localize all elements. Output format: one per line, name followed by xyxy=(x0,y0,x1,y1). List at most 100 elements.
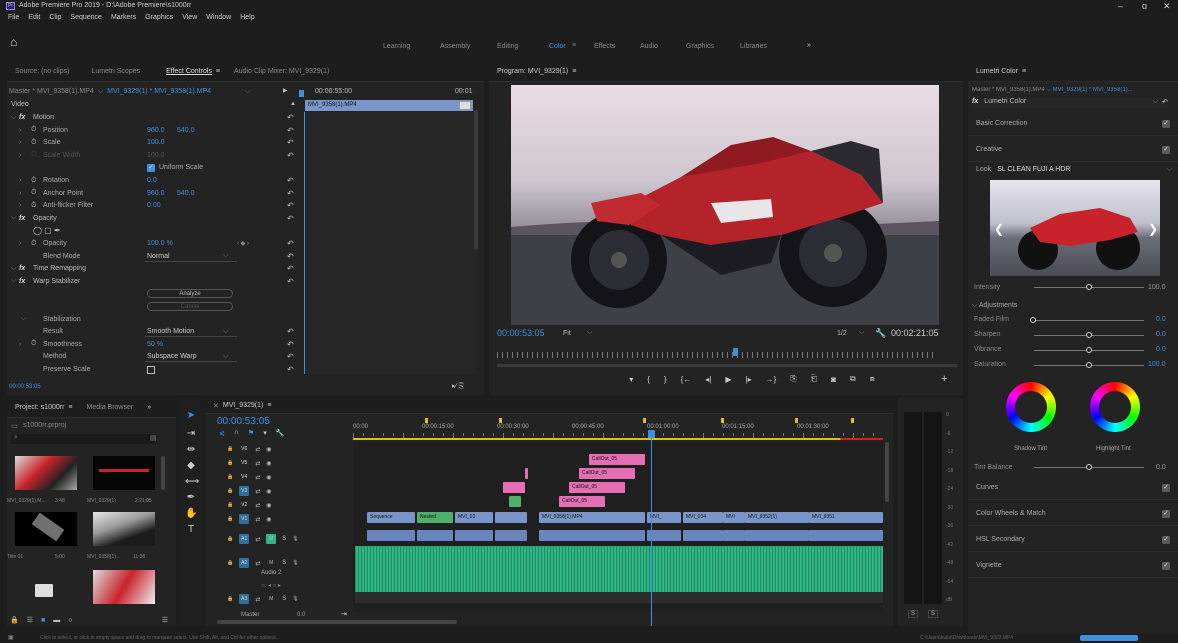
add-marker-icon[interactable]: ▾ xyxy=(629,375,633,384)
go-to-out-icon[interactable]: →} xyxy=(766,375,777,384)
chevron-right-icon[interactable]: › xyxy=(19,127,21,134)
ec-playhead[interactable] xyxy=(299,90,304,97)
workspace-effects[interactable]: Effects xyxy=(594,43,615,50)
intensity-thumb[interactable] xyxy=(1086,284,1092,290)
cancel-button[interactable]: Cancel xyxy=(147,302,233,311)
chevron-down-icon[interactable]: ⌵ xyxy=(21,315,26,323)
hsl-secondary-checkbox[interactable]: ✓ xyxy=(1162,535,1170,544)
chevron-down-icon[interactable]: ⌵ xyxy=(859,329,864,337)
more-workspaces-icon[interactable]: » xyxy=(807,42,811,49)
ec-row-value[interactable]: 100.0 % xyxy=(147,240,173,247)
tab-project[interactable]: Project: s1000rr xyxy=(15,404,64,411)
new-bin-icon[interactable]: ▤ xyxy=(150,434,157,442)
chevron-right-icon[interactable]: › xyxy=(19,341,21,348)
tab-audio-clip-mixer[interactable]: Audio Clip Mixer: MVI_9329(1) xyxy=(234,68,329,75)
creative-checkbox[interactable]: ✓ xyxy=(1162,145,1170,154)
stopwatch-icon[interactable]: ⏱ xyxy=(31,139,36,147)
chevron-right-icon[interactable]: › xyxy=(19,190,21,197)
track-label[interactable]: A1 xyxy=(239,534,250,544)
mic-icon[interactable]: 🎙 xyxy=(292,596,298,602)
callout-clip[interactable]: CallOut_05 xyxy=(589,454,645,465)
pen-tool-icon[interactable]: ✒ xyxy=(185,492,197,504)
v1-clip[interactable]: MVI_ xyxy=(647,512,681,523)
program-menu-icon[interactable]: ≡ xyxy=(572,68,576,75)
sync-lock-icon[interactable]: ⇄ xyxy=(255,446,260,453)
sort-icon[interactable]: ☰ xyxy=(162,616,168,624)
eye-icon[interactable]: ◉ xyxy=(266,502,271,509)
volume-knob-icon[interactable]: ○. ◂ ○ ▸ xyxy=(261,582,281,589)
tint-balance-value[interactable]: 0.0 xyxy=(1156,464,1166,471)
settings-wrench-icon[interactable]: 🔧 xyxy=(276,429,285,437)
lock-icon[interactable]: 🔒 xyxy=(227,446,233,452)
analyze-button[interactable]: Analyze xyxy=(147,289,233,299)
tint-balance-thumb[interactable] xyxy=(1086,464,1092,470)
v1-clip[interactable]: MVI xyxy=(723,512,745,523)
mute-button[interactable]: M xyxy=(266,534,277,544)
timeline-timecode[interactable]: 00:00:53:05 xyxy=(217,416,270,427)
timeline-scrollbar[interactable] xyxy=(217,620,457,624)
workspace-libraries[interactable]: Libraries xyxy=(740,43,767,50)
menu-help[interactable]: Help xyxy=(240,14,254,21)
menu-file[interactable]: File xyxy=(8,14,19,21)
pink-clip-marker[interactable] xyxy=(525,468,528,479)
ec-row-value[interactable]: 960.0 xyxy=(147,190,165,197)
a1-clip[interactable] xyxy=(455,530,493,541)
fx-icon[interactable]: fx xyxy=(19,114,25,121)
reset-icon[interactable]: ↶ xyxy=(287,252,294,261)
track-label[interactable]: V3 xyxy=(239,486,250,496)
program-timecode[interactable]: 00:00:53:05 xyxy=(497,328,545,338)
ec-clip-bar[interactable]: MVI_9358(1).MP4 xyxy=(305,100,473,111)
eye-icon[interactable]: ◉ xyxy=(266,460,271,467)
ec-row-position[interactable]: › ⏱ Position 960.0 540.0 ↶ xyxy=(7,125,303,136)
sequence-tab[interactable]: MVI_9329(1) xyxy=(223,402,263,409)
look-prev-icon[interactable]: ❮ xyxy=(994,222,1004,236)
workspace-assembly[interactable]: Assembly xyxy=(440,43,470,50)
shadow-tint-wheel[interactable] xyxy=(1006,382,1056,432)
ec-row-value[interactable]: 100.0 xyxy=(147,152,165,159)
sync-lock-icon[interactable]: ⇄ xyxy=(255,516,260,523)
ec-row-smoothness[interactable]: › ⏱ Smoothness 50 % ↶ xyxy=(7,339,303,350)
ec-row-check[interactable]: ✓ Uniform Scale xyxy=(7,162,303,173)
callout-clip[interactable]: CallOut_05 xyxy=(579,468,635,479)
track-label[interactable]: A3 xyxy=(239,594,250,604)
track-header-v1[interactable]: 🔒 V1 ⇄ ◉ xyxy=(205,512,353,526)
lock-icon[interactable]: 🔒 xyxy=(227,474,233,480)
program-playhead[interactable] xyxy=(733,348,738,356)
look-select[interactable]: SL CLEAN FUJI A HDR xyxy=(997,166,1070,174)
ec-row-button[interactable]: Analyze xyxy=(7,288,303,299)
mark-out-icon[interactable]: } xyxy=(664,375,667,384)
reset-icon[interactable]: ↶ xyxy=(287,277,294,286)
solo-button[interactable]: S xyxy=(282,536,286,542)
chevron-down-icon[interactable]: ⌵ xyxy=(1046,87,1051,93)
workspace-graphics[interactable]: Graphics xyxy=(686,43,714,50)
reset-icon[interactable]: ↶ xyxy=(1162,98,1168,106)
sync-lock-icon[interactable]: ⇄ xyxy=(255,460,260,467)
project-scrollbar[interactable] xyxy=(161,456,165,490)
eye-icon[interactable]: ◉ xyxy=(266,474,271,481)
chevron-down-icon[interactable]: ⌵ xyxy=(223,328,228,336)
slider-thumb[interactable] xyxy=(1030,317,1036,323)
tab-menu-icon[interactable]: ≡ xyxy=(216,68,220,75)
basic-correction-checkbox[interactable]: ✓ xyxy=(1162,119,1170,128)
track-header-v2[interactable]: 🔒 V2 ⇄ ◉ xyxy=(205,498,353,512)
ruler-marker[interactable] xyxy=(425,418,428,423)
project-folder-icon[interactable] xyxy=(35,584,53,597)
fit-select[interactable]: Fit xyxy=(563,330,571,337)
ec-row-motion[interactable]: ⌵ fx Motion ↶ xyxy=(7,112,303,123)
reset-icon[interactable]: ↶ xyxy=(287,176,294,185)
ec-row-value[interactable]: 100.0 xyxy=(147,139,165,146)
track-label[interactable]: V5 xyxy=(239,458,249,468)
keyframe-nav-icon[interactable]: ‹ ◆ › xyxy=(237,240,249,247)
master-end-icon[interactable]: ⇥ xyxy=(341,610,347,618)
close-sequence-icon[interactable]: ✕ xyxy=(213,402,219,410)
comparison-view-icon[interactable]: ⧉ xyxy=(850,374,856,384)
menu-markers[interactable]: Markers xyxy=(111,14,136,21)
chevron-down-icon[interactable]: ⌵ xyxy=(223,353,228,361)
export-frame-icon[interactable]: ◙ xyxy=(831,375,836,384)
minimize-button[interactable]: – xyxy=(1118,1,1123,11)
a1-clip[interactable] xyxy=(809,530,883,541)
sync-lock-icon[interactable]: ⇄ xyxy=(255,536,260,543)
step-back-icon[interactable]: ◂| xyxy=(705,375,711,384)
slip-tool-icon[interactable]: ⟷ xyxy=(185,476,199,488)
ec-row-rotation[interactable]: › ⏱ Rotation 0.0 ↶ xyxy=(7,175,303,186)
